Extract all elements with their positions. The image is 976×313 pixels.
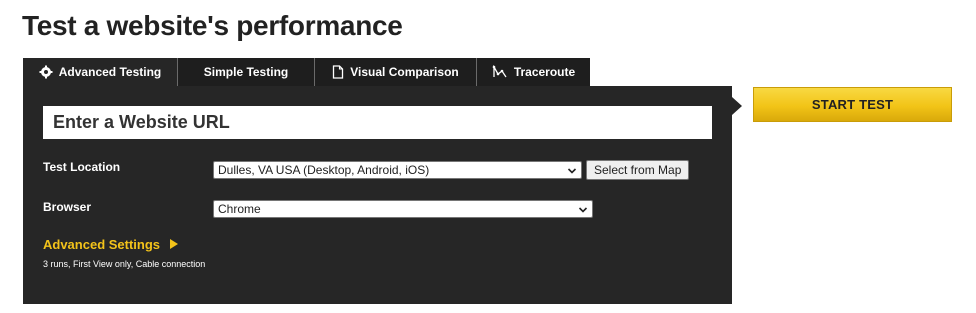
test-location-select[interactable]: Dulles, VA USA (Desktop, Android, iOS): [213, 161, 582, 179]
browser-select[interactable]: Chrome: [213, 200, 593, 218]
tab-label: Visual Comparison: [350, 65, 459, 79]
browser-label: Browser: [43, 200, 92, 214]
start-test-button[interactable]: START TEST: [753, 87, 952, 122]
caret-right-icon: [170, 237, 179, 252]
tab-traceroute[interactable]: Traceroute: [477, 58, 590, 86]
route-icon: [492, 65, 508, 79]
advanced-settings-toggle[interactable]: Advanced Settings: [43, 237, 179, 252]
page-title: Test a website's performance: [22, 10, 403, 41]
website-url-input[interactable]: [43, 106, 712, 139]
chevron-down-icon: [578, 204, 588, 218]
document-icon: [332, 65, 344, 79]
tab-visual-comparison[interactable]: Visual Comparison: [315, 58, 477, 86]
test-type-tabs: Advanced Testing Simple Testing Visual C…: [23, 58, 590, 86]
select-from-map-button[interactable]: Select from Map: [586, 160, 690, 180]
tab-advanced-testing[interactable]: Advanced Testing: [23, 58, 178, 86]
advanced-settings-label: Advanced Settings: [43, 237, 161, 252]
advanced-settings-summary: 3 runs, First View only, Cable connectio…: [43, 259, 206, 269]
tab-label: Traceroute: [513, 65, 576, 79]
chevron-down-icon: [567, 165, 577, 179]
test-settings-panel: Test Location Dulles, VA USA (Desktop, A…: [23, 86, 732, 304]
test-location-value: Dulles, VA USA (Desktop, Android, iOS): [218, 163, 430, 177]
gear-icon: [39, 65, 53, 79]
test-location-label: Test Location: [43, 160, 121, 174]
browser-value: Chrome: [218, 202, 261, 216]
panel-pointer-arrow: [732, 97, 742, 115]
tab-simple-testing[interactable]: Simple Testing: [178, 58, 315, 86]
tab-label: Advanced Testing: [58, 65, 162, 79]
tab-label: Simple Testing: [203, 65, 289, 79]
